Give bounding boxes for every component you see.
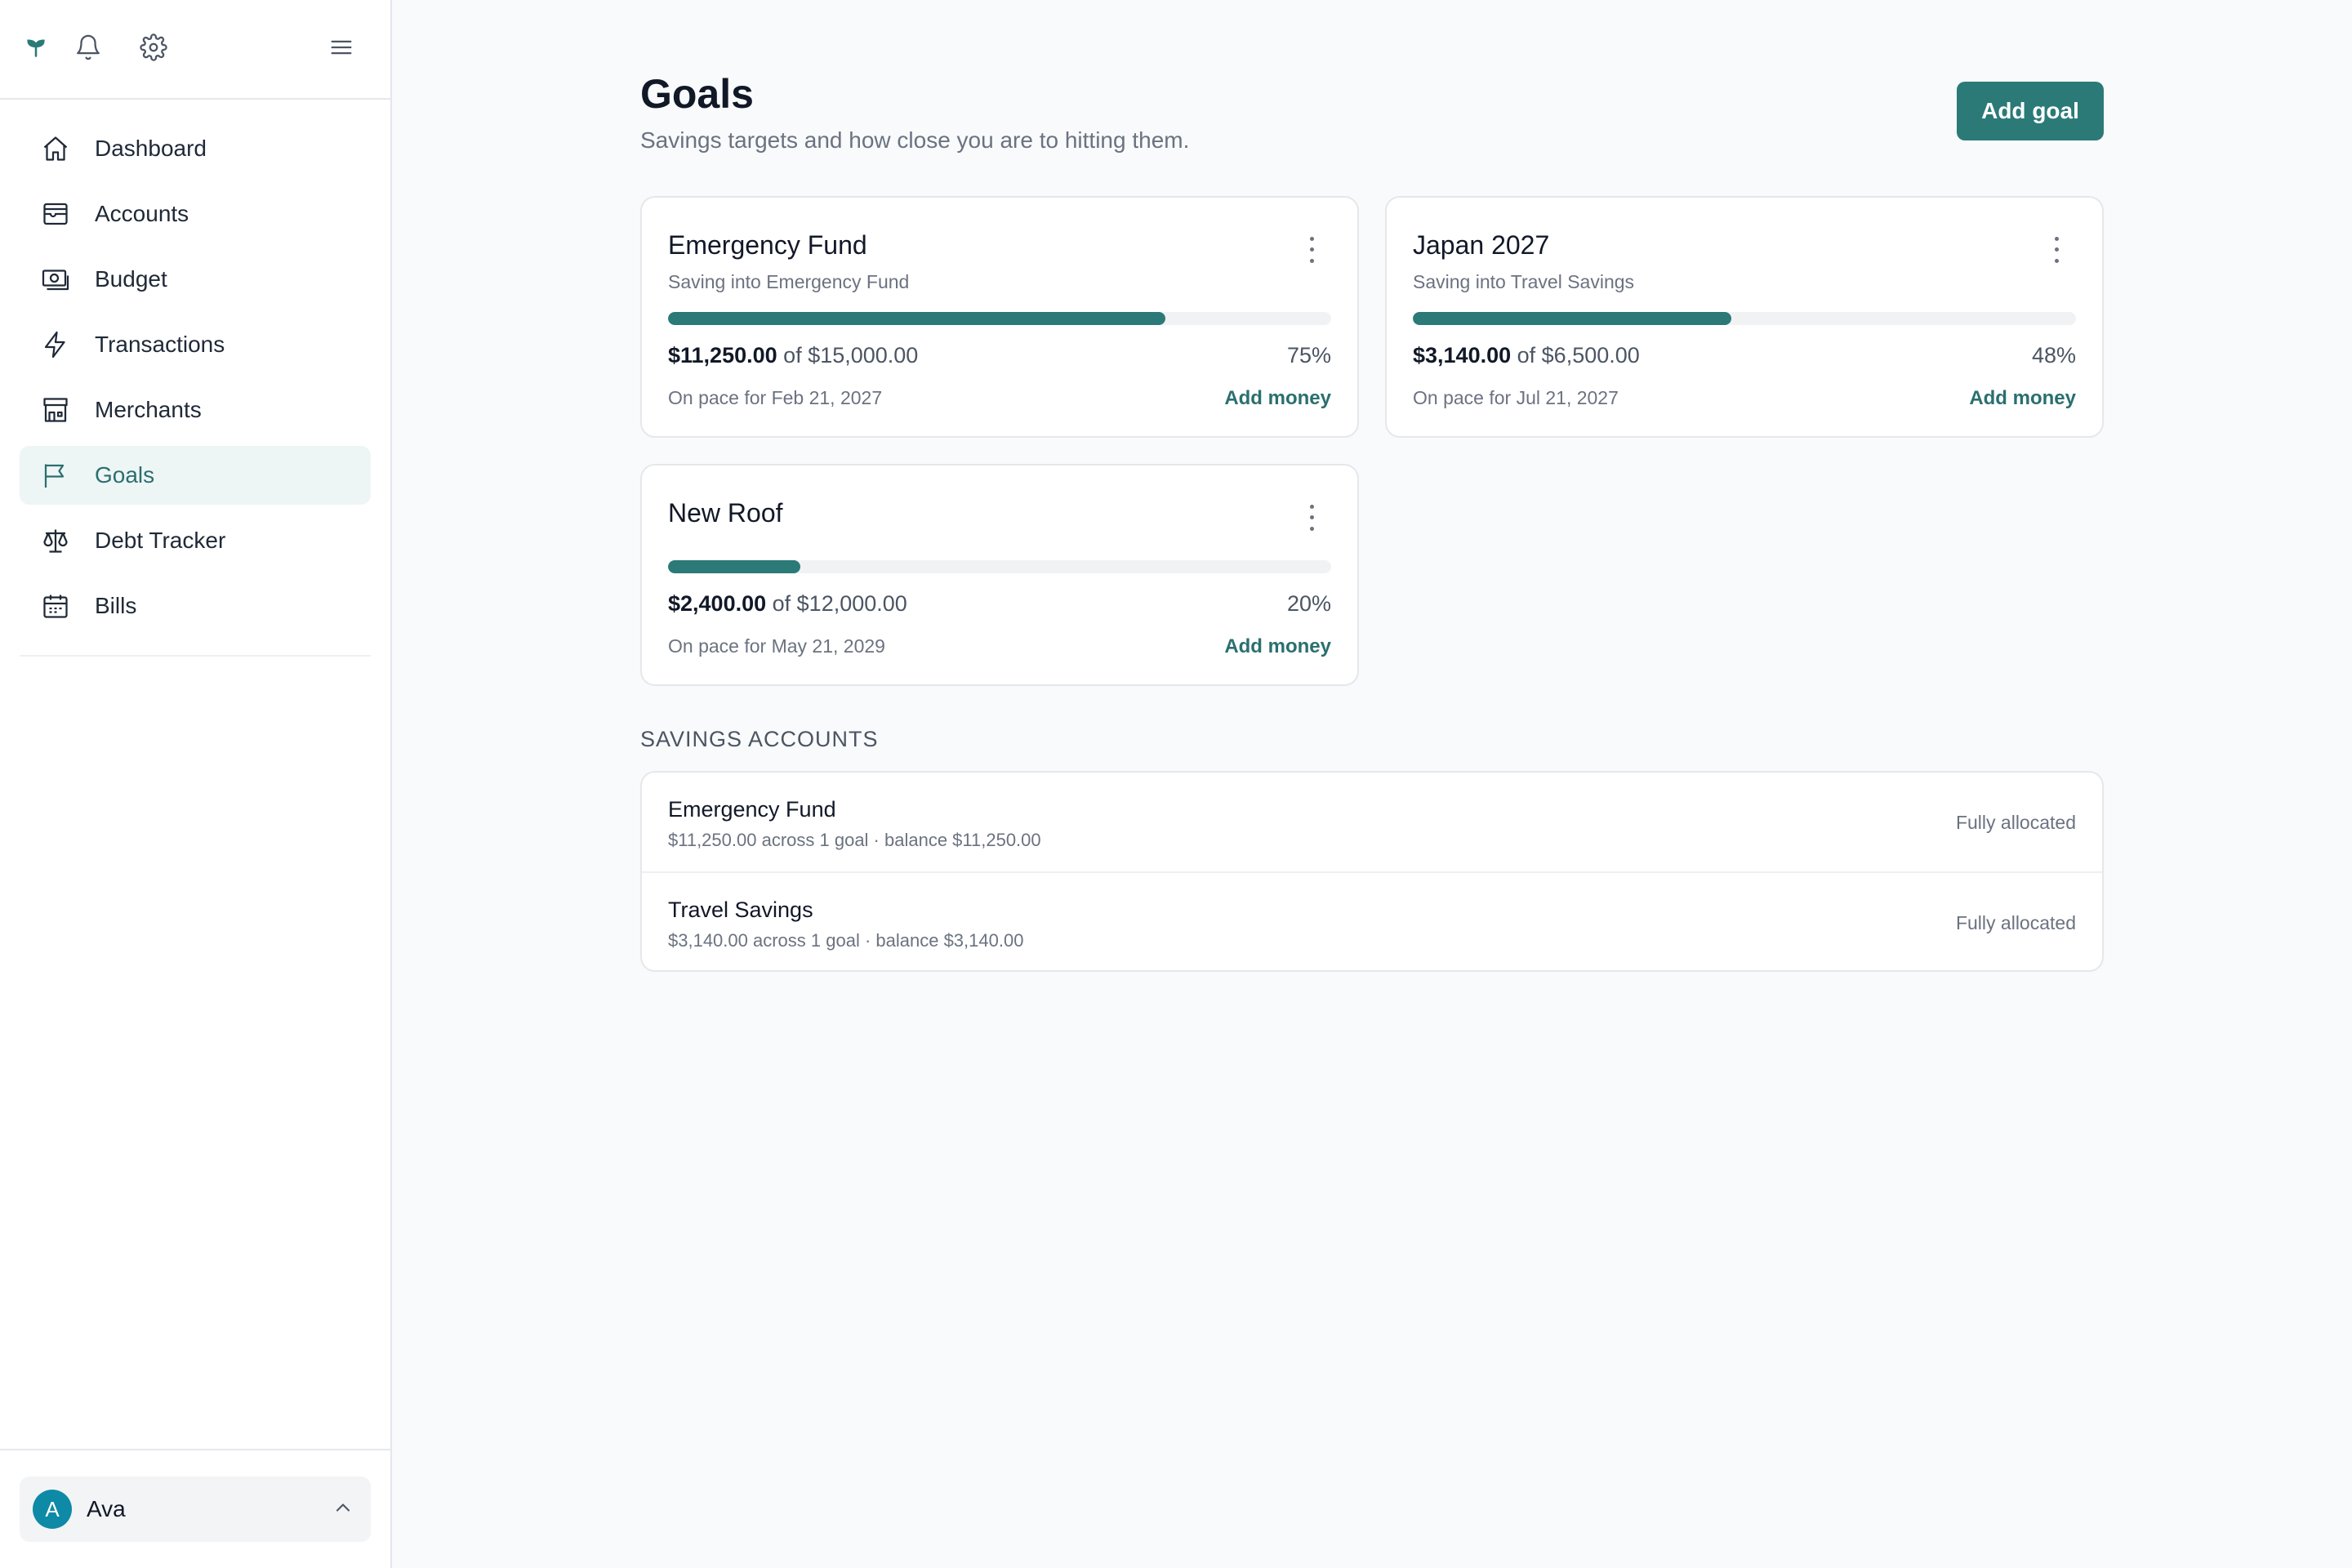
sidebar-item-label: Budget xyxy=(95,266,167,292)
scale-icon xyxy=(39,524,72,557)
sidebar-item-label: Transactions xyxy=(95,332,225,357)
add-goal-button[interactable]: Add goal xyxy=(1957,82,2104,140)
page-title: Goals xyxy=(640,71,754,117)
sidebar-item-accounts[interactable]: Accounts xyxy=(20,185,371,243)
savings-accounts-list: Emergency Fund $11,250.00 across 1 goal … xyxy=(640,771,2104,972)
chevron-up-icon xyxy=(332,1496,354,1523)
list-item[interactable]: Travel Savings $3,140.00 across 1 goal ·… xyxy=(642,871,2102,970)
goal-subtitle: Saving into Travel Savings xyxy=(1413,271,1635,292)
account-name: Travel Savings xyxy=(668,898,813,922)
goal-card: New Roof $2,400.00 of $12,000.00 20% On … xyxy=(640,464,1359,686)
goal-amount: $2,400.00 of $12,000.00 xyxy=(668,591,907,617)
goal-card: Japan 2027 Saving into Travel Savings $3… xyxy=(1385,196,2104,438)
allocation-status: Fully allocated xyxy=(1955,812,2076,833)
goal-saved: $3,140.00 xyxy=(1413,343,1512,368)
goal-pace: On pace for Feb 21, 2027 xyxy=(668,387,883,408)
goal-saved: $11,250.00 xyxy=(668,343,777,368)
lightning-icon xyxy=(39,328,72,361)
wallet-icon xyxy=(39,198,72,230)
goal-percent: 20% xyxy=(1286,591,1331,616)
flag-icon xyxy=(39,459,72,492)
goal-pace: On pace for May 21, 2029 xyxy=(668,635,885,657)
more-options-icon[interactable] xyxy=(2047,234,2066,266)
goal-name: Emergency Fund xyxy=(668,230,867,260)
goal-name: Japan 2027 xyxy=(1413,230,1550,260)
goal-card: Emergency Fund Saving into Emergency Fun… xyxy=(640,196,1359,438)
goal-amount: $3,140.00 of $6,500.00 xyxy=(1413,343,1640,368)
section-heading: SAVINGS ACCOUNTS xyxy=(640,727,879,751)
sidebar-item-budget[interactable]: Budget xyxy=(20,250,371,309)
home-icon xyxy=(39,132,72,165)
add-money-link[interactable]: Add money xyxy=(1224,387,1331,410)
add-money-link[interactable]: Add money xyxy=(1969,387,2076,410)
goal-percent: 48% xyxy=(2031,343,2076,368)
sidebar-footer: A Ava xyxy=(0,1449,390,1568)
sidebar-item-goals[interactable]: Goals xyxy=(20,446,371,505)
more-options-icon[interactable] xyxy=(1302,501,1321,534)
store-icon xyxy=(39,394,72,426)
add-money-link[interactable]: Add money xyxy=(1224,635,1331,658)
goal-progress-bar xyxy=(668,312,1331,325)
sidebar: Dashboard Accounts Budget Transactions M… xyxy=(0,0,392,1568)
sidebar-nav: Dashboard Accounts Budget Transactions M… xyxy=(0,100,390,635)
sidebar-item-dashboard[interactable]: Dashboard xyxy=(20,119,371,178)
goal-pace: On pace for Jul 21, 2027 xyxy=(1413,387,1619,408)
goal-amount: $11,250.00 of $15,000.00 xyxy=(668,343,918,368)
goal-subtitle: Saving into Emergency Fund xyxy=(668,271,910,292)
user-name: Ava xyxy=(87,1496,126,1521)
sidebar-item-transactions[interactable]: Transactions xyxy=(20,315,371,374)
sidebar-item-bills[interactable]: Bills xyxy=(20,577,371,635)
page-subtitle: Savings targets and how close you are to… xyxy=(640,127,1190,153)
goal-percent: 75% xyxy=(1286,343,1331,368)
sidebar-item-label: Accounts xyxy=(95,201,189,226)
sidebar-item-label: Dashboard xyxy=(95,136,207,161)
sidebar-item-label: Debt Tracker xyxy=(95,528,226,553)
user-menu-button[interactable]: A Ava xyxy=(20,1477,371,1542)
goal-target: of $15,000.00 xyxy=(783,343,919,368)
allocation-status: Fully allocated xyxy=(1955,912,2076,933)
sidebar-item-debt-tracker[interactable]: Debt Tracker xyxy=(20,511,371,570)
sidebar-item-label: Merchants xyxy=(95,397,202,422)
menu-icon[interactable] xyxy=(325,31,358,64)
account-detail: $11,250.00 across 1 goal · balance $11,2… xyxy=(668,830,1041,850)
gear-icon[interactable] xyxy=(137,31,170,64)
avatar: A xyxy=(33,1490,72,1529)
account-detail: $3,140.00 across 1 goal · balance $3,140… xyxy=(668,930,1024,951)
goal-target: of $6,500.00 xyxy=(1517,343,1640,368)
goal-name: New Roof xyxy=(668,498,783,528)
goal-progress-bar xyxy=(668,560,1331,573)
goal-target: of $12,000.00 xyxy=(772,591,907,616)
sidebar-item-label: Bills xyxy=(95,593,137,618)
list-item[interactable]: Emergency Fund $11,250.00 across 1 goal … xyxy=(642,773,2102,871)
goal-progress-bar xyxy=(1413,312,2076,325)
account-name: Emergency Fund xyxy=(668,797,836,822)
more-options-icon[interactable] xyxy=(1302,234,1321,266)
nav-divider xyxy=(20,655,371,657)
sidebar-item-label: Goals xyxy=(95,462,155,488)
calendar-icon xyxy=(39,590,72,622)
goal-saved: $2,400.00 xyxy=(668,591,767,616)
money-icon xyxy=(39,263,72,296)
bell-icon[interactable] xyxy=(72,31,105,64)
sidebar-item-merchants[interactable]: Merchants xyxy=(20,381,371,439)
logo-sprout-icon[interactable] xyxy=(20,31,52,64)
sidebar-toolbar xyxy=(0,0,390,100)
